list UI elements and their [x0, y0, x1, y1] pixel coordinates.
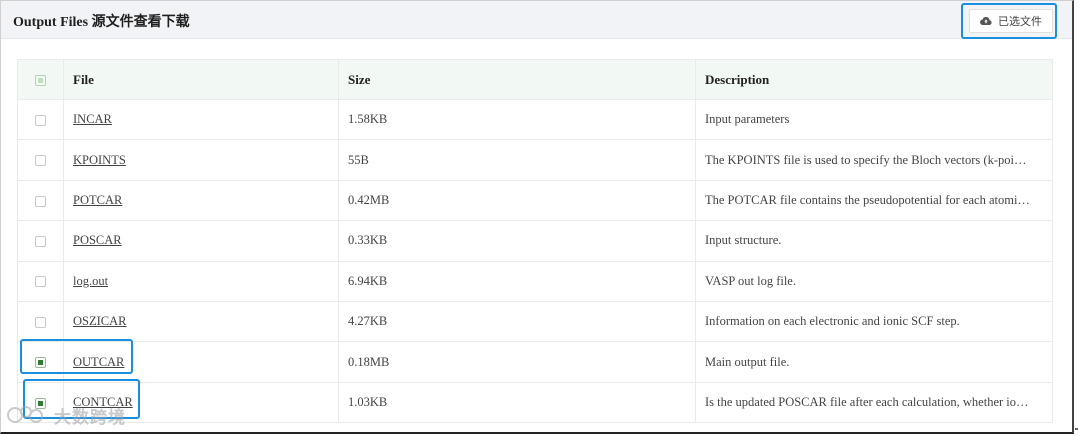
column-header-description[interactable]: Description: [695, 59, 1053, 100]
selected-files-button[interactable]: 已选文件: [969, 9, 1053, 33]
size-cell: 1.58KB: [338, 98, 696, 141]
file-link[interactable]: KPOINTS: [73, 153, 126, 167]
file-link[interactable]: POTCAR: [73, 193, 122, 207]
row-checkbox[interactable]: [35, 114, 46, 126]
size-cell: 4.27KB: [338, 300, 696, 343]
file-link[interactable]: log.out: [73, 274, 108, 288]
file-link[interactable]: INCAR: [73, 112, 112, 126]
files-table-wrapper: File Size Description INCAR 1.58KB Input p…: [17, 59, 1053, 424]
row-checkbox[interactable]: [35, 155, 46, 167]
description-cell: Input parameters: [695, 98, 1053, 141]
file-link[interactable]: OSZICAR: [73, 314, 126, 328]
row-checkbox[interactable]: [35, 357, 46, 369]
row-checkbox-cell: [17, 220, 64, 262]
description-cell: Input structure.: [695, 220, 1053, 262]
select-all-cell: [17, 59, 64, 100]
panel-header: Output Files 源文件查看下载 已选文件: [1, 1, 1072, 39]
row-checkbox[interactable]: [35, 316, 46, 328]
select-all-checkbox[interactable]: [35, 75, 46, 87]
row-checkbox[interactable]: [35, 235, 46, 247]
table-row: OUTCAR 0.18MB Main output file.: [17, 341, 1053, 383]
size-cell: 6.94KB: [338, 260, 696, 302]
description-cell: The KPOINTS file is used to specify the …: [695, 139, 1053, 181]
description-cell: The POTCAR file contains the pseudopoten…: [695, 179, 1053, 222]
cloud-upload-icon: [980, 16, 992, 26]
output-files-panel: Output Files 源文件查看下载 已选文件 File Size Desc…: [0, 0, 1074, 434]
row-checkbox-cell: [17, 300, 64, 343]
row-checkbox-cell: [17, 381, 64, 424]
edge-mark: [1075, 428, 1078, 430]
row-checkbox[interactable]: [35, 276, 46, 288]
table-row: log.out 6.94KB VASP out log file.: [17, 260, 1053, 302]
column-header-file[interactable]: File: [63, 59, 339, 100]
size-cell: 0.33KB: [338, 220, 696, 262]
table-row: POTCAR 0.42MB The POTCAR file contains the…: [17, 179, 1053, 222]
column-header-size[interactable]: Size: [338, 59, 696, 100]
row-checkbox-cell: [17, 139, 64, 181]
description-cell: Is the updated POSCAR file after each ca…: [695, 381, 1053, 424]
file-link[interactable]: CONTCAR: [73, 395, 133, 409]
table-row: INCAR 1.58KB Input parameters: [17, 98, 1053, 141]
table-row: KPOINTS 55B The KPOINTS file is used to sp…: [17, 139, 1053, 181]
table-header-row: File Size Description: [17, 59, 1053, 100]
file-link[interactable]: POSCAR: [73, 233, 122, 247]
panel-title: Output Files 源文件查看下载: [13, 15, 190, 30]
file-cell: log.out: [63, 260, 339, 302]
file-cell: POTCAR: [63, 179, 339, 222]
file-cell: CONTCAR: [63, 381, 339, 424]
description-cell: VASP out log file.: [695, 260, 1053, 302]
row-checkbox-cell: [17, 179, 64, 222]
file-cell: OSZICAR: [63, 300, 339, 343]
table-row: OSZICAR 4.27KB Information on each electro…: [17, 300, 1053, 343]
table-row: CONTCAR 1.03KB Is the updated POSCAR file …: [17, 381, 1053, 424]
file-cell: OUTCAR: [63, 341, 339, 383]
description-cell: Main output file.: [695, 341, 1053, 383]
file-link[interactable]: OUTCAR: [73, 355, 124, 369]
files-table: File Size Description INCAR 1.58KB Input p…: [17, 59, 1053, 424]
row-checkbox-cell: [17, 341, 64, 383]
table-row: POSCAR 0.33KB Input structure.: [17, 220, 1053, 262]
row-checkbox[interactable]: [35, 397, 46, 409]
file-cell: KPOINTS: [63, 139, 339, 181]
file-cell: POSCAR: [63, 220, 339, 262]
row-checkbox-cell: [17, 98, 64, 141]
size-cell: 1.03KB: [338, 381, 696, 424]
size-cell: 0.42MB: [338, 179, 696, 222]
selected-files-label: 已选文件: [998, 15, 1042, 28]
size-cell: 55B: [338, 139, 696, 181]
row-checkbox[interactable]: [35, 195, 46, 207]
file-cell: INCAR: [63, 98, 339, 141]
size-cell: 0.18MB: [338, 341, 696, 383]
row-checkbox-cell: [17, 260, 64, 302]
description-cell: Information on each electronic and ionic…: [695, 300, 1053, 343]
